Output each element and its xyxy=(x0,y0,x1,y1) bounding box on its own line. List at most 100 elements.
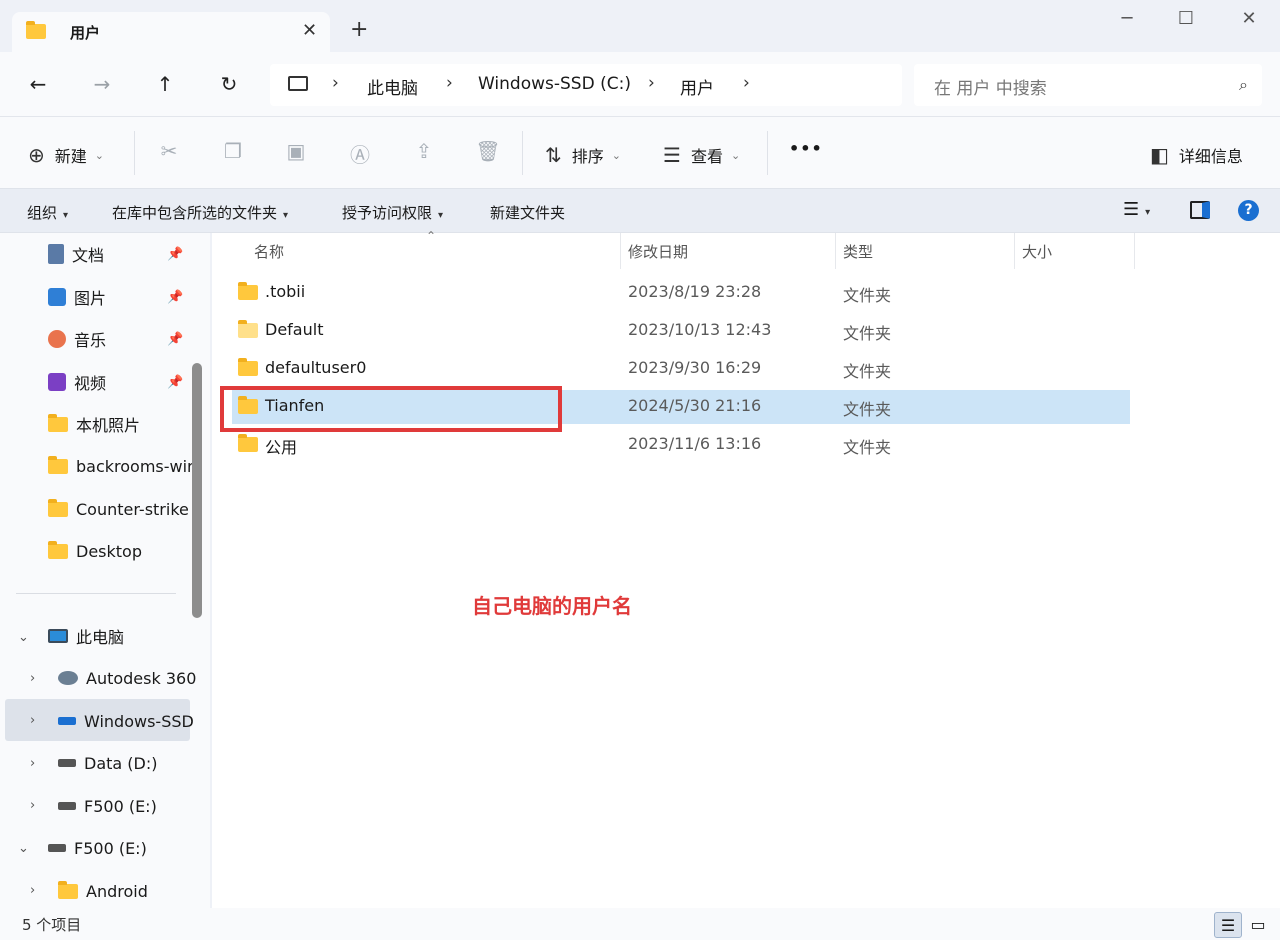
forward-button[interactable]: → xyxy=(87,72,117,96)
sidebar-item-android[interactable]: Android xyxy=(58,871,148,908)
help-icon[interactable]: ? xyxy=(1238,200,1259,221)
chevron-down-icon[interactable]: ⌄ xyxy=(18,630,29,645)
file-list: ⌃ 名称 修改日期 类型 大小 .tobii 2023/8/19 23:28 文… xyxy=(212,229,1280,908)
close-tab-icon[interactable]: ✕ xyxy=(302,20,317,41)
picture-icon xyxy=(48,288,66,306)
table-row[interactable]: defaultuser0 2023/9/30 16:29 文件夹 xyxy=(232,352,1130,386)
details-view-icon[interactable]: ☰ xyxy=(1214,912,1242,938)
column-divider[interactable] xyxy=(620,233,621,269)
sort-label: 排序 xyxy=(571,147,604,166)
breadcrumb-users[interactable]: 用户 xyxy=(680,74,714,99)
new-button[interactable]: ⊕ 新建 ⌄ xyxy=(28,143,104,167)
grant-access-menu[interactable]: 授予访问权限 ▾ xyxy=(342,202,443,223)
sidebar-item-backrooms[interactable]: backrooms-wir xyxy=(48,446,194,486)
rename-icon[interactable]: Ⓐ xyxy=(347,139,373,167)
tab-users[interactable]: 用户 ✕ xyxy=(12,12,330,52)
view-lines-icon: ☰ xyxy=(663,143,681,167)
chevron-right-icon[interactable]: › xyxy=(30,798,35,813)
sidebar-item-desktop[interactable]: Desktop xyxy=(48,531,142,571)
table-row[interactable]: Default 2023/10/13 12:43 文件夹 xyxy=(232,314,1130,348)
sort-button[interactable]: ⇅ 排序 ⌄ xyxy=(545,143,621,167)
table-row[interactable]: 公用 2023/11/6 13:16 文件夹 xyxy=(232,428,1130,462)
chevron-right-icon[interactable]: › xyxy=(30,756,35,771)
sidebar-item-autodesk[interactable]: Autodesk 360 xyxy=(58,658,196,698)
sidebar-item-documents[interactable]: 文档 xyxy=(48,234,104,274)
paste-icon[interactable]: ▣ xyxy=(283,139,309,165)
more-options-button[interactable]: ••• xyxy=(789,139,823,158)
search-input[interactable]: 在 用户 中搜索 xyxy=(934,74,1047,99)
close-window-button[interactable]: ✕ xyxy=(1234,8,1264,29)
breadcrumb-expand-chevron[interactable]: › xyxy=(743,73,750,93)
chevron-down-icon[interactable]: ⌄ xyxy=(18,841,29,856)
sidebar-item-label: 音乐 xyxy=(74,331,107,350)
minimize-button[interactable]: ─ xyxy=(1112,8,1142,29)
new-tab-button[interactable]: + xyxy=(350,17,368,42)
sidebar-item-this-pc[interactable]: 此电脑 xyxy=(48,616,124,656)
chevron-right-icon[interactable]: › xyxy=(30,671,35,686)
chevron-down-icon: ⌄ xyxy=(611,148,621,162)
details-pane-button[interactable]: ◧ 详细信息 xyxy=(1150,143,1243,167)
pin-icon: 📌 xyxy=(167,290,184,305)
table-row[interactable]: .tobii 2023/8/19 23:28 文件夹 xyxy=(232,276,1130,310)
change-view-icon[interactable]: ☰ ▾ xyxy=(1123,199,1150,220)
column-header-type[interactable]: 类型 xyxy=(843,241,873,262)
caret-down-icon: ▾ xyxy=(438,210,444,221)
column-header-modified[interactable]: 修改日期 xyxy=(628,241,688,262)
breadcrumb-separator: › xyxy=(446,73,453,93)
breadcrumb-this-pc[interactable]: 此电脑 xyxy=(367,74,418,99)
breadcrumb-separator: › xyxy=(332,73,339,93)
cut-icon[interactable]: ✂ xyxy=(156,139,182,165)
search-box[interactable]: 在 用户 中搜索 ⌕ xyxy=(914,64,1262,106)
address-bar[interactable]: › 此电脑 › Windows-SSD (C:) › 用户 › xyxy=(270,64,902,106)
large-icons-view-icon[interactable]: ▭ xyxy=(1244,912,1272,938)
details-label: 详细信息 xyxy=(1178,147,1243,166)
sidebar-item-windows-ssd[interactable]: Windows-SSD xyxy=(58,701,194,741)
include-in-library-menu[interactable]: 在库中包含所选的文件夹 ▾ xyxy=(112,202,288,223)
sidebar-item-counter-strike[interactable]: Counter-strike xyxy=(48,489,189,529)
caret-down-icon: ▾ xyxy=(63,210,69,221)
back-button[interactable]: ← xyxy=(23,72,53,96)
view-button[interactable]: ☰ 查看 ⌄ xyxy=(663,143,740,167)
sidebar-item-label: Data (D:) xyxy=(84,753,158,773)
view-label: 查看 xyxy=(690,147,723,166)
share-icon[interactable]: ⇪ xyxy=(411,139,437,165)
up-button[interactable]: ↑ xyxy=(150,72,180,96)
organize-menu[interactable]: 组织 ▾ xyxy=(27,202,68,223)
column-header-size[interactable]: 大小 xyxy=(1022,241,1052,262)
breadcrumb-drive-c[interactable]: Windows-SSD (C:) xyxy=(478,74,631,94)
sidebar-scrollbar[interactable] xyxy=(192,363,202,618)
column-divider[interactable] xyxy=(1134,233,1135,269)
new-folder-button[interactable]: 新建文件夹 xyxy=(490,202,565,223)
copy-icon[interactable]: ❐ xyxy=(220,139,246,165)
details-pane-icon: ◧ xyxy=(1150,143,1169,167)
sidebar-item-label: Counter-strike xyxy=(76,499,189,519)
sidebar-item-data-d[interactable]: Data (D:) xyxy=(58,743,157,783)
folder-icon xyxy=(238,282,258,304)
divider xyxy=(134,131,135,175)
status-bar: 5 个项目 ☰ ▭ xyxy=(0,908,1280,940)
drive-icon xyxy=(58,802,76,810)
preview-pane-icon[interactable] xyxy=(1190,201,1210,219)
delete-icon[interactable]: 🗑 xyxy=(475,139,501,165)
column-divider[interactable] xyxy=(835,233,836,269)
tab-title: 用户 xyxy=(70,24,101,42)
plus-circle-icon: ⊕ xyxy=(28,143,45,167)
column-header-name[interactable]: 名称 xyxy=(254,241,284,262)
file-explorer-window: 用户 ✕ + ─ ☐ ✕ ← → ↑ ↻ › 此电脑 › Windows-SSD… xyxy=(0,0,1280,940)
refresh-button[interactable]: ↻ xyxy=(214,72,244,96)
sidebar-item-label: Android xyxy=(86,881,148,901)
folder-icon xyxy=(238,358,258,380)
sidebar-item-f500-e[interactable]: F500 (E:) xyxy=(58,786,157,826)
column-divider[interactable] xyxy=(1014,233,1015,269)
chevron-right-icon[interactable]: › xyxy=(30,713,35,728)
sidebar-item-local-photos[interactable]: 本机照片 xyxy=(48,404,140,444)
navigation-pane: 文档 📌 图片 📌 音乐 📌 视频 📌 本机照片 backrooms-wir C… xyxy=(0,233,210,908)
sidebar-item-pictures[interactable]: 图片 xyxy=(48,277,106,317)
file-type: 文件夹 xyxy=(843,438,892,457)
chevron-right-icon[interactable]: › xyxy=(30,883,35,898)
file-modified: 2023/9/30 16:29 xyxy=(628,358,762,377)
maximize-button[interactable]: ☐ xyxy=(1171,8,1201,29)
sidebar-item-videos[interactable]: 视频 xyxy=(48,362,106,402)
sidebar-item-music[interactable]: 音乐 xyxy=(48,319,106,359)
sidebar-item-f500-external[interactable]: F500 (E:) xyxy=(48,828,147,868)
